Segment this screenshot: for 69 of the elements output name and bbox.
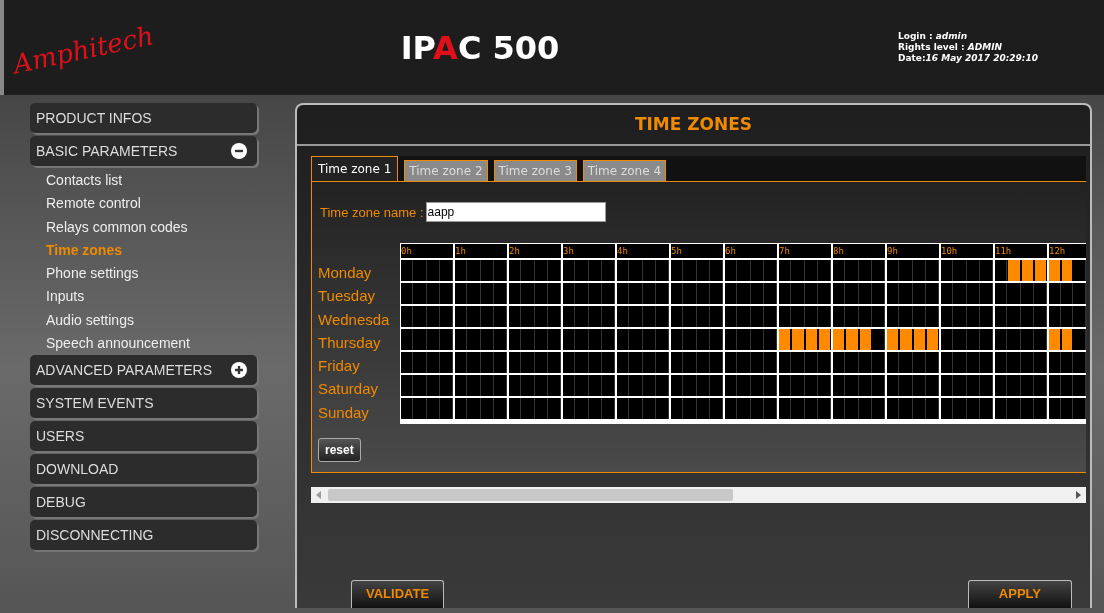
menu-item[interactable]: Speech announcement — [30, 332, 257, 356]
hour-label: 3h — [563, 244, 615, 258]
field-label: Time zone name : — [320, 204, 424, 220]
time-slot[interactable] — [900, 329, 913, 350]
panel-title: TIME ZONES — [297, 105, 1090, 146]
hour-label: 7h — [779, 244, 831, 258]
day-label: Sunday — [318, 402, 370, 423]
expand-icon[interactable] — [231, 362, 247, 379]
product-title: IPAC 500 — [399, 28, 561, 67]
time-slot[interactable] — [1049, 329, 1061, 350]
tab[interactable]: Time zone 1 — [311, 156, 399, 181]
time-slot[interactable] — [1049, 260, 1061, 281]
session-info: Login : admin — [898, 31, 969, 42]
menu-item[interactable]: Audio settings — [30, 308, 257, 333]
horizontal-scrollbar[interactable] — [311, 487, 1086, 504]
menu-section-button[interactable]: DOWNLOAD — [30, 454, 257, 485]
time-slot[interactable] — [913, 329, 926, 350]
menu-item[interactable]: Remote control — [30, 192, 257, 216]
scroll-left-icon[interactable] — [316, 491, 322, 500]
hour-label: 6h — [725, 244, 777, 258]
apply-button[interactable]: APPLY — [967, 580, 1072, 608]
time-slot[interactable] — [805, 329, 818, 350]
time-slot[interactable] — [846, 329, 859, 350]
menu-item[interactable]: Relays common codes — [30, 215, 257, 239]
hour-label: 0h — [401, 244, 453, 258]
time-slot[interactable] — [792, 329, 805, 350]
hour-label: 10h — [941, 244, 993, 258]
menu-section-button[interactable]: ADVANCED PARAMETERS — [30, 355, 257, 386]
day-label: Saturday — [318, 379, 380, 400]
day-label: Monday — [318, 263, 373, 283]
time-slot[interactable] — [859, 329, 872, 350]
menu-section-button[interactable]: PRODUCT INFOS — [30, 103, 257, 133]
menu-section-button[interactable]: DISCONNECTING — [30, 520, 257, 551]
hour-label: 4h — [617, 244, 669, 258]
collapse-icon[interactable] — [231, 143, 247, 159]
hour-label: 2h — [509, 244, 561, 258]
hour-label: 5h — [671, 244, 723, 258]
time-slot[interactable] — [1061, 260, 1074, 281]
time-slot[interactable] — [779, 329, 792, 350]
menu-section-button[interactable]: BASIC PARAMETERS — [30, 136, 257, 166]
time-slot[interactable] — [887, 329, 900, 350]
hour-label: 8h — [833, 244, 885, 258]
day-label: Friday — [318, 356, 361, 377]
menu-item[interactable]: Contacts list — [30, 169, 257, 193]
time-slot[interactable] — [1008, 260, 1021, 281]
day-label: Wednesda — [318, 309, 391, 330]
hour-label: 11h — [995, 244, 1047, 258]
hour-label: 1h — [455, 244, 507, 258]
menu-section-button[interactable]: SYSTEM EVENTS — [30, 388, 257, 419]
time-slot[interactable] — [926, 329, 939, 350]
time-slot[interactable] — [818, 329, 831, 350]
menu-section-button[interactable]: DEBUG — [30, 487, 257, 518]
time-slot[interactable] — [1021, 260, 1034, 281]
session-info: Rights level : ADMIN — [898, 42, 1004, 53]
session-info: Date:16 May 2017 20:29:10 — [898, 53, 1039, 64]
time-slot[interactable] — [1034, 260, 1047, 281]
menu-item[interactable]: Inputs — [30, 285, 257, 309]
hour-label: 9h — [887, 244, 939, 258]
day-label: Thursday — [318, 332, 382, 353]
scroll-right-icon[interactable] — [1075, 491, 1081, 500]
name-input-field[interactable]: aapp — [425, 202, 606, 222]
time-slot[interactable] — [1061, 329, 1074, 350]
menu-item[interactable]: Phone settings — [30, 262, 257, 286]
day-label: Tuesday — [318, 286, 376, 307]
hour-label: 12h — [1049, 244, 1086, 258]
time-slot[interactable] — [833, 329, 846, 350]
validate-button[interactable]: VALIDATE — [351, 580, 445, 608]
reset-button[interactable]: reset — [318, 438, 361, 463]
menu-section-button[interactable]: USERS — [30, 421, 257, 452]
